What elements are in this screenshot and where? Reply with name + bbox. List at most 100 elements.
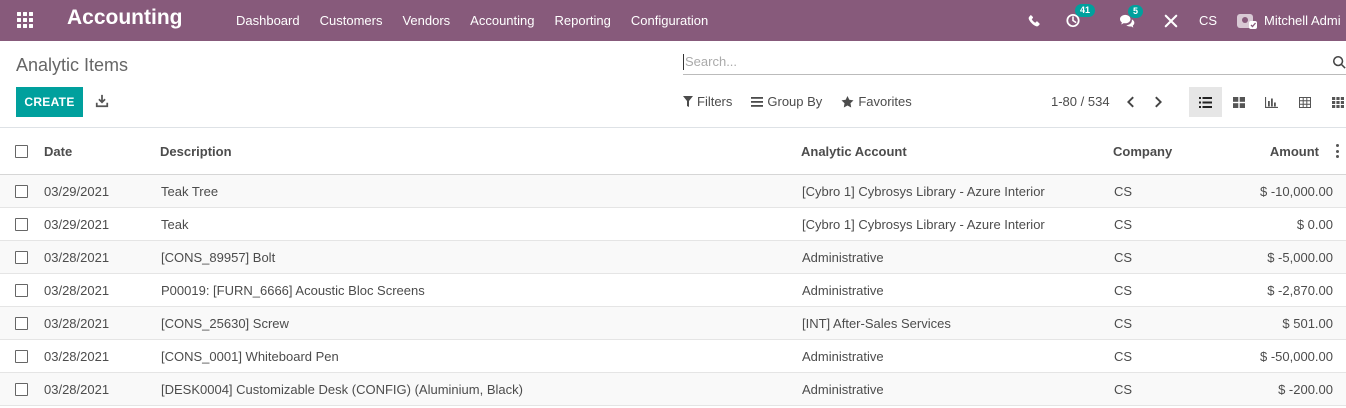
cell-amount: $ 0.00	[1296, 216, 1333, 232]
cell-analytic-account: [Cybro 1] Cybrosys Library - Azure Inter…	[802, 183, 1045, 199]
column-header-description[interactable]: Description	[160, 128, 232, 174]
row-checkbox[interactable]	[15, 350, 28, 363]
group-by-button[interactable]: Group By	[751, 94, 822, 109]
search-bar	[683, 51, 1346, 75]
select-all-checkbox[interactable]	[15, 145, 28, 158]
table-row[interactable]: 03/28/2021 [CONS_89957] Bolt Administrat…	[0, 241, 1346, 274]
cell-company: CS	[1114, 249, 1133, 265]
tools-icon	[1164, 14, 1178, 27]
list-icon	[1199, 96, 1212, 108]
bar-chart-icon	[1265, 96, 1278, 108]
cell-amount: $ -50,000.00	[1259, 348, 1333, 364]
kanban-icon	[1232, 96, 1245, 108]
user-menu[interactable]: Mitchell Admi	[1236, 12, 1346, 30]
grid-view-button[interactable]	[1321, 87, 1346, 117]
filters-label: Filters	[697, 94, 733, 109]
cell-date: 03/28/2021	[44, 315, 110, 331]
phone-button[interactable]	[1028, 14, 1042, 27]
chevron-right-icon[interactable]	[1151, 95, 1165, 109]
download-icon[interactable]	[95, 94, 109, 108]
table-row[interactable]: 03/28/2021 P00019: [FURN_6666] Acoustic …	[0, 274, 1346, 307]
cell-date: 03/29/2021	[44, 216, 110, 232]
cell-company: CS	[1114, 348, 1133, 364]
row-checkbox[interactable]	[15, 185, 28, 198]
filter-icon	[683, 96, 693, 107]
star-icon	[841, 95, 854, 107]
systray: 41 5 CS Mitchell Admi	[1028, 0, 1346, 41]
activity-button[interactable]: 41	[1066, 4, 1095, 28]
cell-company: CS	[1114, 216, 1133, 232]
pager-value[interactable]: 1-80 / 534	[1051, 94, 1110, 109]
row-checkbox[interactable]	[15, 284, 28, 297]
graph-view-button[interactable]	[1255, 87, 1288, 117]
debug-tools-button[interactable]	[1164, 14, 1178, 28]
cell-company: CS	[1114, 183, 1133, 199]
cell-date: 03/29/2021	[44, 183, 110, 199]
column-header-analytic-account[interactable]: Analytic Account	[801, 128, 907, 174]
table-row[interactable]: 03/28/2021 [DESK0004] Customizable Desk …	[0, 373, 1346, 406]
create-button[interactable]: CREATE	[16, 87, 83, 117]
favorites-label: Favorites	[858, 94, 912, 109]
menu-item-customers[interactable]: Customers	[310, 13, 393, 28]
menu-item-configuration[interactable]: Configuration	[621, 13, 718, 28]
bars-icon	[751, 96, 764, 107]
menu-item-reporting[interactable]: Reporting	[545, 13, 621, 28]
view-switcher	[1189, 87, 1346, 117]
column-header-date[interactable]: Date	[44, 128, 72, 174]
cell-amount: $ -2,870.00	[1267, 282, 1333, 298]
cell-description: [CONS_25630] Screw	[161, 315, 289, 331]
table-header-row: Date Description Analytic Account Compan…	[0, 128, 1346, 175]
table-row[interactable]: 03/29/2021 Teak [Cybro 1] Cybrosys Libra…	[0, 208, 1346, 241]
column-header-company[interactable]: Company	[1113, 128, 1172, 174]
column-header-amount[interactable]: Amount	[1270, 128, 1319, 174]
row-checkbox[interactable]	[15, 383, 28, 396]
cell-analytic-account: Administrative	[802, 381, 884, 397]
cell-amount: $ 501.00	[1282, 315, 1333, 331]
cell-date: 03/28/2021	[44, 348, 110, 364]
row-checkbox[interactable]	[15, 317, 28, 330]
filters-button[interactable]: Filters	[683, 94, 732, 109]
table-row[interactable]: 03/28/2021 [CONS_25630] Screw [INT] Afte…	[0, 307, 1346, 340]
pivot-view-button[interactable]	[1288, 87, 1321, 117]
menu-item-dashboard[interactable]: Dashboard	[226, 13, 310, 28]
cell-description: [CONS_0001] Whiteboard Pen	[161, 348, 339, 364]
table-row[interactable]: 03/29/2021 Teak Tree [Cybro 1] Cybrosys …	[0, 175, 1346, 208]
table-row[interactable]: 03/28/2021 [CONS_0001] Whiteboard Pen Ad…	[0, 340, 1346, 373]
cell-amount: $ -5,000.00	[1267, 249, 1333, 265]
cell-company: CS	[1114, 282, 1133, 298]
cell-amount: $ -200.00	[1278, 381, 1333, 397]
cell-analytic-account: Administrative	[802, 282, 884, 298]
main-menu: Dashboard Customers Vendors Accounting R…	[226, 0, 718, 41]
search-input[interactable]	[685, 54, 1325, 69]
optional-columns-icon[interactable]	[1335, 144, 1339, 158]
text-cursor	[683, 54, 684, 70]
cell-company: CS	[1114, 315, 1133, 331]
activity-count-badge: 41	[1074, 4, 1095, 17]
cell-description: [CONS_89957] Bolt	[161, 249, 276, 265]
grid-icon	[1331, 96, 1344, 108]
menu-item-vendors[interactable]: Vendors	[392, 13, 460, 28]
avatar-icon	[1237, 13, 1257, 29]
cell-analytic-account: [INT] After-Sales Services	[802, 315, 951, 331]
favorites-button[interactable]: Favorites	[841, 94, 912, 109]
analytic-items-table: Date Description Analytic Account Compan…	[0, 127, 1346, 406]
cell-date: 03/28/2021	[44, 282, 110, 298]
app-brand[interactable]: Accounting	[67, 6, 183, 30]
messages-button[interactable]: 5	[1119, 4, 1143, 28]
chevron-left-icon[interactable]	[1124, 95, 1138, 109]
row-checkbox[interactable]	[15, 251, 28, 264]
row-checkbox[interactable]	[15, 218, 28, 231]
kanban-view-button[interactable]	[1222, 87, 1255, 117]
cell-date: 03/28/2021	[44, 249, 110, 265]
cell-company: CS	[1114, 381, 1133, 397]
cell-analytic-account: Administrative	[802, 348, 884, 364]
search-icon[interactable]	[1332, 55, 1346, 69]
menu-item-accounting[interactable]: Accounting	[460, 13, 544, 28]
cell-analytic-account: Administrative	[802, 249, 884, 265]
table-icon	[1298, 96, 1311, 108]
company-switcher[interactable]: CS	[1199, 13, 1217, 28]
cell-description: P00019: [FURN_6666] Acoustic Bloc Screen…	[161, 282, 425, 298]
apps-menu-icon[interactable]	[16, 11, 34, 29]
list-view-button[interactable]	[1189, 87, 1222, 117]
cell-description: [DESK0004] Customizable Desk (CONFIG) (A…	[161, 381, 523, 397]
